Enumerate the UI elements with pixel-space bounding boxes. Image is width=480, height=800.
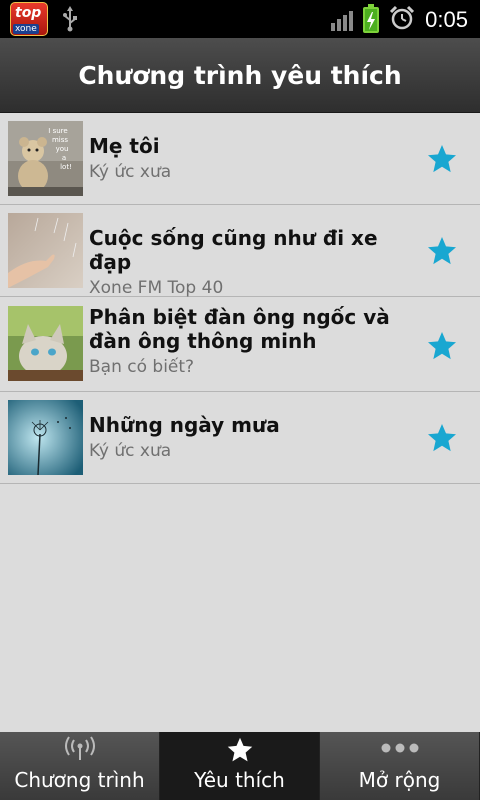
tab-programs[interactable]: Chương trình — [0, 732, 160, 800]
favorite-star-icon[interactable] — [426, 143, 458, 175]
alarm-icon — [389, 5, 415, 35]
usb-icon — [62, 6, 78, 32]
item-subtitle: Ký ức xưa — [89, 162, 172, 182]
list-item[interactable]: Phân biệt đàn ông ngốc và đàn ông thông … — [0, 297, 480, 392]
svg-text:you: you — [56, 145, 69, 153]
item-title: Những ngày mưa — [89, 413, 280, 437]
tab-label: Yêu thích — [194, 768, 285, 792]
thumbnail-cat — [8, 306, 83, 381]
favorite-star-icon[interactable] — [426, 235, 458, 267]
favorites-list: I sure miss you a lot! Mẹ tôi Ký ức xưa — [0, 113, 480, 484]
favorite-star-icon[interactable] — [426, 422, 458, 454]
tab-favorites[interactable]: Yêu thích — [160, 732, 320, 800]
list-item[interactable]: Cuộc sống cũng như đi xe đạp Xone FM Top… — [0, 205, 480, 298]
app-icon-label: top — [15, 5, 42, 21]
app-icon-sublabel: xone — [13, 24, 39, 34]
tab-label: Mở rộng — [358, 768, 441, 792]
xone-app-icon: top xone — [10, 2, 48, 36]
item-title: Mẹ tôi — [89, 134, 160, 158]
svg-text:lot!: lot! — [60, 163, 72, 171]
svg-text:a: a — [62, 154, 66, 162]
svg-text:miss: miss — [52, 136, 68, 144]
broadcast-icon — [64, 736, 95, 760]
bottom-tab-bar: Chương trình Yêu thích Mở rộng — [0, 732, 480, 800]
svg-text:I sure: I sure — [48, 127, 67, 135]
page-title: Chương trình yêu thích — [78, 60, 402, 90]
star-icon — [227, 737, 252, 762]
thumbnail-dandelion — [8, 400, 83, 475]
item-subtitle: Ký ức xưa — [89, 441, 172, 461]
item-title: Phân biệt đàn ông ngốc và đàn ông thông … — [89, 305, 390, 353]
tab-label: Chương trình — [14, 768, 145, 792]
item-title: Cuộc sống cũng như đi xe đạp — [89, 226, 378, 274]
battery-charging-icon — [363, 4, 380, 33]
thumbnail-rain-hand — [8, 213, 83, 288]
signal-strength-icon — [331, 9, 354, 31]
title-bar: Chương trình yêu thích — [0, 38, 480, 113]
list-item[interactable]: Những ngày mưa Ký ức xưa — [0, 392, 480, 484]
status-clock: 0:05 — [425, 7, 468, 32]
tab-more[interactable]: Mở rộng — [320, 732, 480, 800]
thumbnail-teddy-bear: I sure miss you a lot! — [8, 121, 83, 196]
more-dots-icon — [381, 743, 418, 753]
favorite-star-icon[interactable] — [426, 330, 458, 362]
status-bar: top xone 0:05 — [0, 0, 480, 38]
item-subtitle: Bạn có biết? — [89, 357, 195, 377]
list-item[interactable]: I sure miss you a lot! Mẹ tôi Ký ức xưa — [0, 113, 480, 205]
item-subtitle: Xone FM Top 40 — [89, 278, 224, 298]
